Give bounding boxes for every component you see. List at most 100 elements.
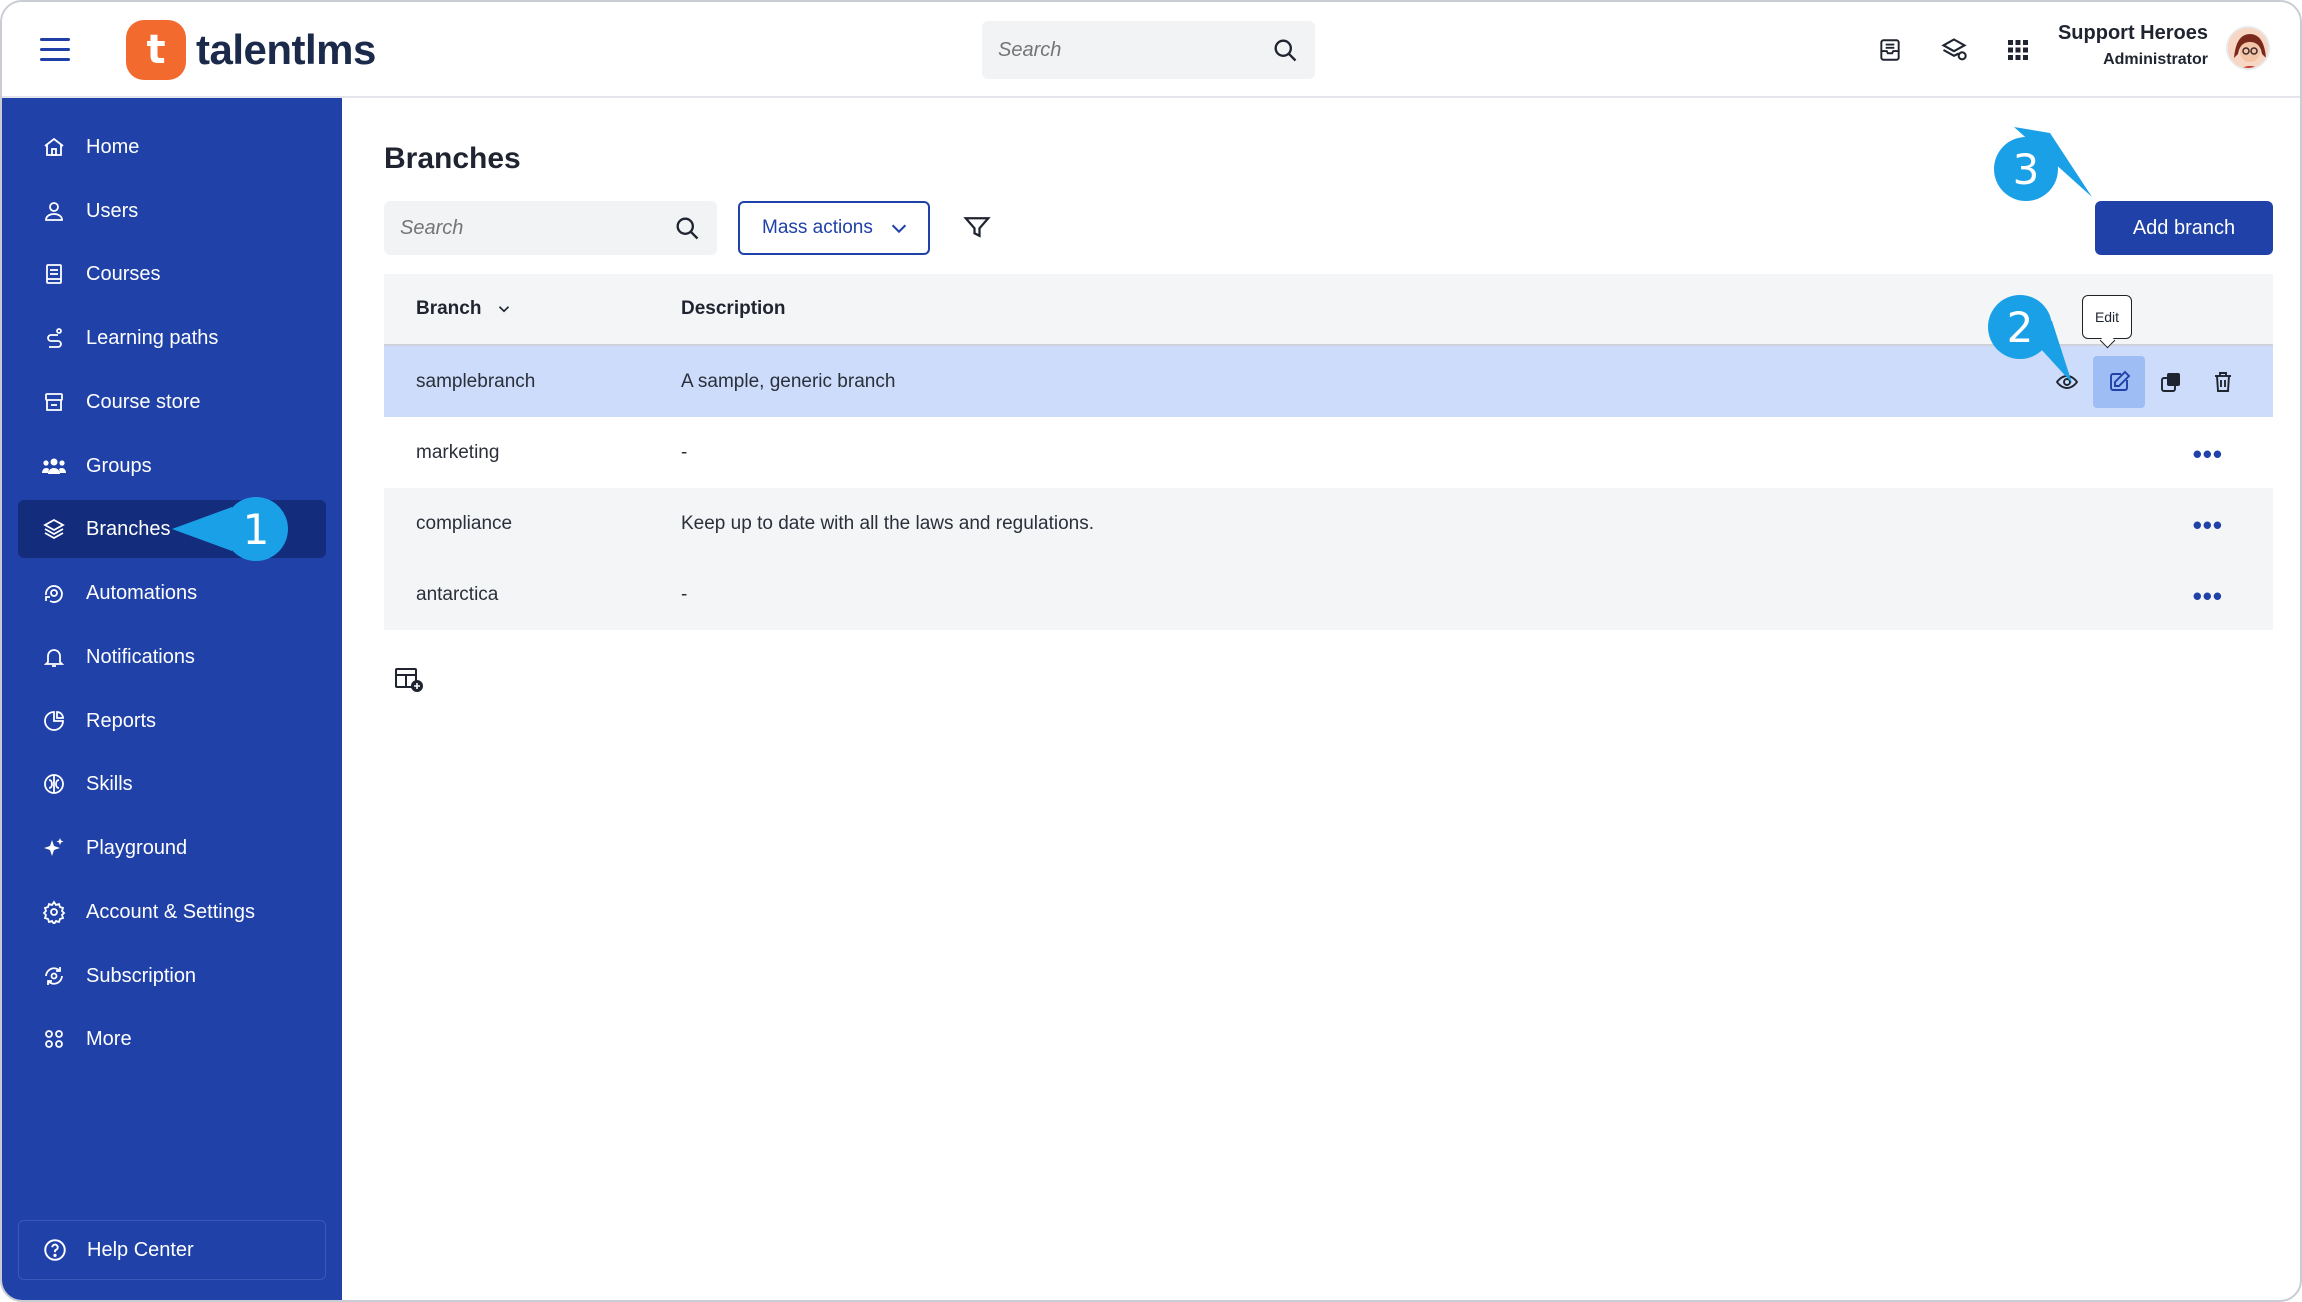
sidebar-item-playground[interactable]: Playground [18,819,326,877]
sidebar-item-home[interactable]: Home [18,118,326,176]
description-cell: A sample, generic branch [681,370,896,392]
callout-number: 3 [1994,137,2058,201]
search-icon[interactable] [673,214,701,242]
sidebar-item-label: Groups [86,454,152,477]
grid-icon [40,1025,68,1053]
sidebar: Home Users Courses Learning paths Course… [2,98,342,1300]
sidebar-item-label: Skills [86,772,133,795]
more-options-icon[interactable]: ••• [2193,581,2223,612]
trash-icon[interactable] [2197,356,2249,408]
callout-marker-1: 1 [172,497,288,561]
sidebar-item-label: Home [86,135,140,158]
callout-number: 2 [1988,295,2052,359]
callout-marker-3: 3 [1994,127,2092,201]
search-icon[interactable] [1271,36,1299,64]
sidebar-item-label: Subscription [86,964,197,987]
sidebar-item-automations[interactable]: Automations [18,564,326,622]
app-logo[interactable]: t talentlms [126,19,376,81]
hamburger-menu-icon[interactable] [40,38,70,62]
sidebar-item-label: Automations [86,581,198,604]
column-header-label: Branch [416,298,482,319]
sidebar-item-learning-paths[interactable]: Learning paths [18,309,326,367]
sidebar-item-label: Branches [86,517,171,540]
global-search-input[interactable] [998,38,1271,62]
description-cell: - [681,441,688,463]
help-icon [41,1236,69,1264]
app-window: t talentlms Support Heroes Administrator [0,0,2302,1302]
mass-actions-label: Mass actions [762,217,873,238]
pie-chart-icon [40,707,68,735]
logo-mark-icon: t [126,20,186,80]
sidebar-item-label: Account & Settings [86,900,255,923]
global-search [982,21,1315,79]
branch-name-cell[interactable]: marketing [416,442,499,464]
user-icon [40,197,68,225]
callout-marker-2: 2 [1988,295,2072,383]
chevron-down-icon [891,224,907,234]
column-header-label: Description [681,298,786,319]
help-center-label: Help Center [87,1238,194,1261]
table-row[interactable]: marketing - ••• [384,417,2273,488]
avatar[interactable] [2226,26,2270,70]
more-options-icon[interactable]: ••• [2193,439,2223,470]
column-header-branch[interactable]: Branch [416,298,513,320]
table-row[interactable]: antarctica - ••• [384,559,2273,630]
edit-icon[interactable] [2093,355,2145,408]
inbox-icon[interactable] [1872,32,1908,68]
sidebar-item-course-store[interactable]: Course store [18,373,326,431]
table-settings-icon[interactable] [394,666,426,694]
user-name: Support Heroes [2057,22,2208,44]
sidebar-item-users[interactable]: Users [18,182,326,240]
sidebar-item-more[interactable]: More [18,1010,326,1068]
sidebar-item-label: Playground [86,836,188,859]
column-header-description: Description [681,298,786,320]
page-title: Branches [384,142,521,175]
logo-text: talentlms [196,26,376,73]
filter-icon[interactable] [962,212,994,244]
sidebar-item-account-settings[interactable]: Account & Settings [18,883,326,941]
apps-grid-icon[interactable] [2000,32,2036,68]
home-icon [40,133,68,161]
top-bar: t talentlms Support Heroes Administrator [2,2,2300,98]
sidebar-item-label: More [86,1027,132,1050]
sidebar-item-notifications[interactable]: Notifications [18,628,326,686]
subscription-icon [40,962,68,990]
branch-name-cell[interactable]: compliance [416,513,512,535]
bell-icon [40,643,68,671]
sort-chevron-icon [499,306,510,313]
branch-name-cell[interactable]: antarctica [416,584,498,606]
group-icon [40,452,68,480]
path-icon [40,324,68,352]
sidebar-item-courses[interactable]: Courses [18,245,326,303]
sidebar-item-label: Reports [86,709,157,732]
top-icon-group [1872,32,2036,68]
store-icon [40,388,68,416]
more-options-icon[interactable]: ••• [2193,510,2223,541]
add-branch-button[interactable]: Add branch [2095,201,2273,255]
sidebar-item-label: Users [86,199,139,222]
gear-icon [40,898,68,926]
sparkle-icon [40,834,68,862]
table-row[interactable]: compliance Keep up to date with all the … [384,488,2273,559]
sidebar-item-skills[interactable]: Skills [18,755,326,813]
user-role: Administrator [2103,51,2208,68]
sidebar-item-label: Learning paths [86,326,219,349]
user-info[interactable]: Support Heroes Administrator [2058,22,2208,69]
branch-name-cell[interactable]: samplebranch [416,371,535,393]
help-center-button[interactable]: Help Center [18,1220,326,1280]
search-input[interactable] [400,216,673,240]
mass-actions-dropdown[interactable]: Mass actions [738,201,930,255]
description-cell: - [681,583,688,605]
automation-icon [40,579,68,607]
sidebar-item-label: Courses [86,262,161,285]
book-icon [40,260,68,288]
sidebar-item-groups[interactable]: Groups [18,437,326,495]
switch-branch-icon[interactable] [1936,32,1972,68]
sidebar-item-label: Notifications [86,645,195,668]
brain-icon [40,770,68,798]
duplicate-icon[interactable] [2145,356,2197,408]
sidebar-item-label: Course store [86,390,201,413]
sidebar-item-subscription[interactable]: Subscription [18,947,326,1005]
callout-number: 1 [224,497,288,561]
sidebar-item-reports[interactable]: Reports [18,692,326,750]
